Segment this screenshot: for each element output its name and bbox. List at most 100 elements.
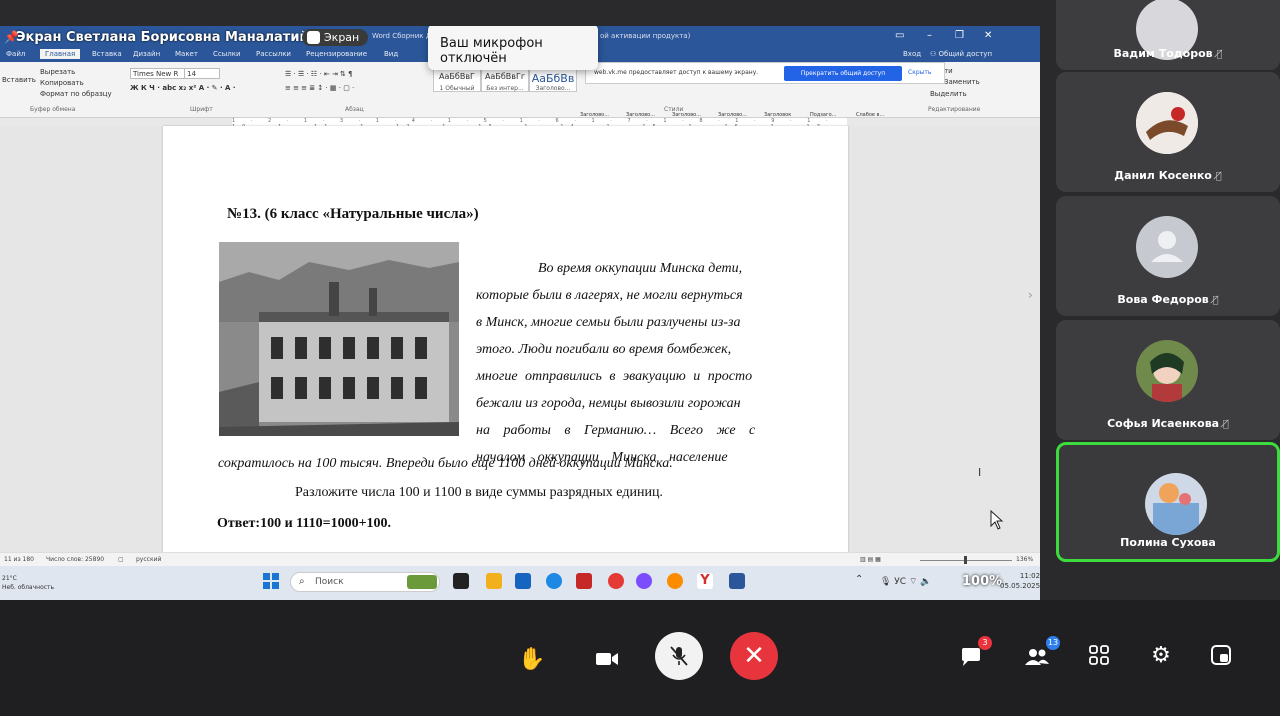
photo-illustration xyxy=(219,242,459,436)
participant-tile[interactable]: Софья Исаенкова 🎙̸ xyxy=(1056,320,1280,440)
camera-icon xyxy=(596,653,618,665)
tab-mailings[interactable]: Рассылки xyxy=(256,50,291,58)
weather-widget[interactable]: 21°C Неб. облачность xyxy=(2,574,54,592)
zoom-slider-thumb[interactable] xyxy=(964,556,967,564)
style-heading-1[interactable]: АаБбВв Заголово... xyxy=(529,68,577,92)
view-mode-icons[interactable]: ▥ ▤ ▦ xyxy=(860,556,881,563)
settings-button[interactable]: ⚙ xyxy=(1148,642,1174,668)
participants-button[interactable]: 13 xyxy=(1020,636,1060,672)
select-button[interactable]: Выделить xyxy=(930,90,967,98)
store-icon[interactable] xyxy=(515,573,531,589)
minimize-icon[interactable]: – xyxy=(927,30,932,41)
problem-title: №13. (6 класс «Натуральные числа») xyxy=(227,206,479,222)
windows-taskbar: 21°C Неб. облачность ⌕ Поиск Y ⌃ 🎙 УС ⌔ … xyxy=(0,566,1040,600)
mic-toggle-button[interactable] xyxy=(655,632,703,680)
task-view-icon[interactable] xyxy=(453,573,469,589)
zoom-level[interactable]: 136% xyxy=(1016,556,1033,563)
signin-link[interactable]: Вход xyxy=(903,50,921,58)
system-clock[interactable]: 11:02 05.05.2025 xyxy=(1000,571,1040,591)
share-notice-text: web.vk.me предоставляет доступ к вашему … xyxy=(594,69,759,76)
bold-icon[interactable]: Ж К Ч · abc x₂ x² A · ✎ · A · xyxy=(130,84,236,92)
mic-muted-icon: 🎙̸ xyxy=(1216,49,1223,60)
maximize-icon[interactable]: ❐ xyxy=(955,30,964,41)
list-icons[interactable]: ☰ · ☰ · ☷ · ⇤ ⇥ ⇅ ¶ xyxy=(285,70,353,78)
yandex-browser-icon[interactable] xyxy=(608,573,624,589)
ribbon-display-icon[interactable]: ▭ xyxy=(895,30,904,41)
paste-button[interactable]: Вставить xyxy=(2,76,36,84)
participant-tile[interactable]: Данил Косенко 🎙̸ xyxy=(1056,72,1280,192)
story-line: которые были в лагерях, не могли вернуть… xyxy=(476,288,743,303)
person-icon: ⚇ xyxy=(930,50,939,58)
edge-icon[interactable] xyxy=(546,573,562,589)
share-button[interactable]: ⚇ Общий доступ xyxy=(930,50,992,58)
mic-muted-toast: Ваш микрофон отключён xyxy=(428,26,598,70)
participant-tile-speaking[interactable]: Полина Сухова xyxy=(1056,442,1280,562)
font-name-select[interactable]: Times New R xyxy=(130,68,190,79)
yandex-icon[interactable]: Y xyxy=(697,573,713,589)
story-line: в Минск, многие семьи были разлучены из-… xyxy=(476,315,741,330)
mic-muted-icon: 🎙̸ xyxy=(1222,419,1229,430)
share-notification-bar: web.vk.me предоставляет доступ к вашему … xyxy=(585,62,945,84)
grid-icon xyxy=(1089,645,1109,665)
volume-icon: 🔈 xyxy=(920,577,932,587)
chat-icon xyxy=(962,648,980,666)
style-normal[interactable]: АаБбВвГ 1 Обычный xyxy=(433,68,481,92)
zoom-overlay: 100% xyxy=(962,574,1003,589)
screen-pill-label: Экран xyxy=(324,31,360,44)
taskbar-search-input[interactable]: ⌕ Поиск xyxy=(290,572,440,592)
participants-badge: 13 xyxy=(1046,636,1060,650)
app-icon-2[interactable] xyxy=(667,573,683,589)
tab-home[interactable]: Главная xyxy=(40,49,81,59)
replace-button[interactable]: Заменить xyxy=(944,78,980,86)
participant-name: Вадим Тодоров 🎙̸ xyxy=(1113,47,1223,60)
tab-view[interactable]: Вид xyxy=(384,50,398,58)
format-painter-button[interactable]: Формат по образцу xyxy=(40,90,112,98)
layout-button[interactable] xyxy=(1086,642,1112,668)
file-explorer-icon[interactable] xyxy=(486,573,502,589)
task-text: Разложите числа 100 и 1100 в виде суммы … xyxy=(295,485,663,500)
font-size-select[interactable]: 14 xyxy=(184,68,220,79)
tab-review[interactable]: Рецензирование xyxy=(306,50,367,58)
ruler-scale: 1 · 2 · 1 · 3 · 1 · 4 · 1 · 5 · 1 · 6 · … xyxy=(232,118,847,136)
mouse-pointer-icon xyxy=(990,510,1004,530)
screen-icon xyxy=(307,31,320,44)
windows-start-icon[interactable] xyxy=(263,573,280,590)
cut-button[interactable]: Вырезать xyxy=(40,68,75,76)
tab-references[interactable]: Ссылки xyxy=(213,50,241,58)
screen-share-pill[interactable]: Экран xyxy=(302,29,368,46)
copy-button[interactable]: Копировать xyxy=(40,79,84,87)
participant-tile[interactable]: Вадим Тодоров 🎙̸ xyxy=(1056,0,1280,70)
chevron-right-icon[interactable]: › xyxy=(1028,288,1033,302)
raise-hand-button[interactable]: ✋ xyxy=(517,644,547,674)
chat-button[interactable]: 3 xyxy=(956,636,992,672)
close-icon[interactable]: ✕ xyxy=(984,30,992,41)
tray-language[interactable]: 🎙 УС ⌔ 🔈 xyxy=(880,576,932,587)
align-icons[interactable]: ≡ ≡ ≡ ≣ ↕ · ▦ · ▢ · xyxy=(285,84,354,92)
hide-bar-link[interactable]: Скрыть xyxy=(908,69,931,76)
gear-icon: ⚙ xyxy=(1151,642,1171,668)
stop-sharing-button[interactable]: Прекратить общий доступ xyxy=(784,66,902,81)
word-icon[interactable] xyxy=(729,573,745,589)
camera-button[interactable] xyxy=(590,644,624,674)
share-label: Общий доступ xyxy=(938,50,993,58)
proofing-icon[interactable]: ▢ xyxy=(118,556,124,563)
tray-chevron-icon[interactable]: ⌃ xyxy=(855,574,863,585)
participant-tile[interactable]: Вова Федоров 🎙̸ xyxy=(1056,196,1280,316)
tab-insert[interactable]: Вставка xyxy=(92,50,122,58)
tab-design[interactable]: Дизайн xyxy=(133,50,160,58)
end-call-button[interactable]: ✕ xyxy=(730,632,778,680)
style-no-spacing[interactable]: АаБбВвГг Без интер... xyxy=(481,68,529,92)
clock-date: 05.05.2025 xyxy=(1000,582,1040,590)
picture-in-picture-button[interactable] xyxy=(1208,642,1234,668)
search-placeholder: Поиск xyxy=(315,577,344,587)
alice-icon[interactable] xyxy=(636,573,652,589)
app-icon[interactable] xyxy=(576,573,592,589)
answer-text: Ответ:100 и 1110=1000+100. xyxy=(217,516,392,531)
tab-file[interactable]: Файл xyxy=(6,50,25,58)
language-indicator[interactable]: русский xyxy=(136,556,161,563)
weather-temp: 21°C xyxy=(2,575,17,582)
participants-panel: Вадим Тодоров 🎙̸ Данил Косенко 🎙̸ Вова Ф… xyxy=(1048,0,1280,600)
document-page[interactable]: №13. (6 класс «Натуральные числа») Во вр… xyxy=(163,126,848,556)
tab-layout[interactable]: Макет xyxy=(175,50,198,58)
call-controls-bar: ✋ ✕ 3 13 ⚙ xyxy=(0,600,1280,716)
